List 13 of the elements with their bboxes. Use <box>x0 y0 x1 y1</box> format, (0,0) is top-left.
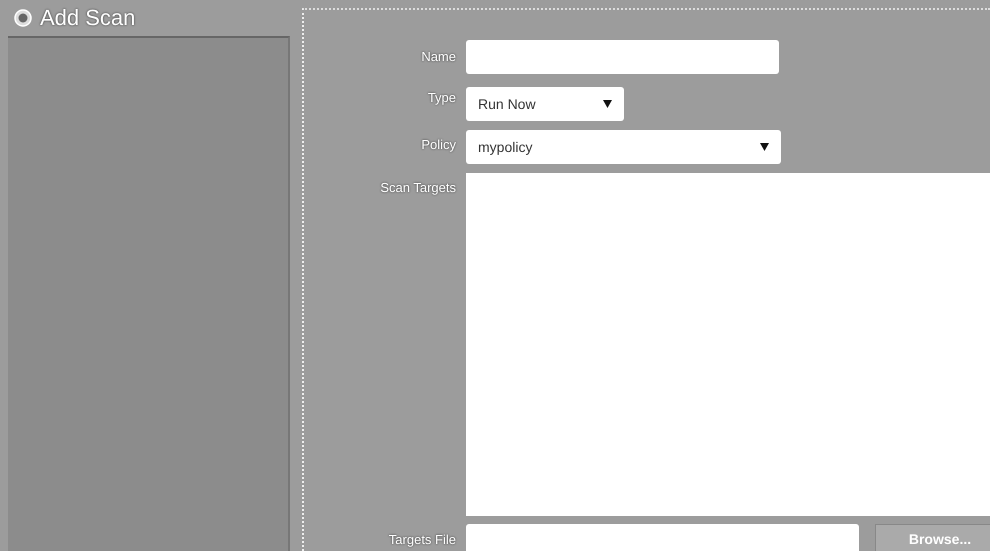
page-title: Add Scan <box>40 5 136 31</box>
field-label: Name <box>420 48 456 64</box>
dropdown[interactable]: mypolicy <box>466 130 781 164</box>
caret-icon <box>603 100 612 108</box>
dropdown[interactable]: Run Now <box>466 87 624 121</box>
field-label: Targets File <box>388 531 456 547</box>
field-label: Scan Targets <box>379 179 456 195</box>
input-field[interactable] <box>466 40 779 74</box>
text-area[interactable] <box>466 173 990 516</box>
file-field[interactable] <box>466 524 859 551</box>
field-label: Policy <box>420 136 456 152</box>
caret-icon <box>760 143 769 151</box>
field-label: Type <box>426 89 456 105</box>
